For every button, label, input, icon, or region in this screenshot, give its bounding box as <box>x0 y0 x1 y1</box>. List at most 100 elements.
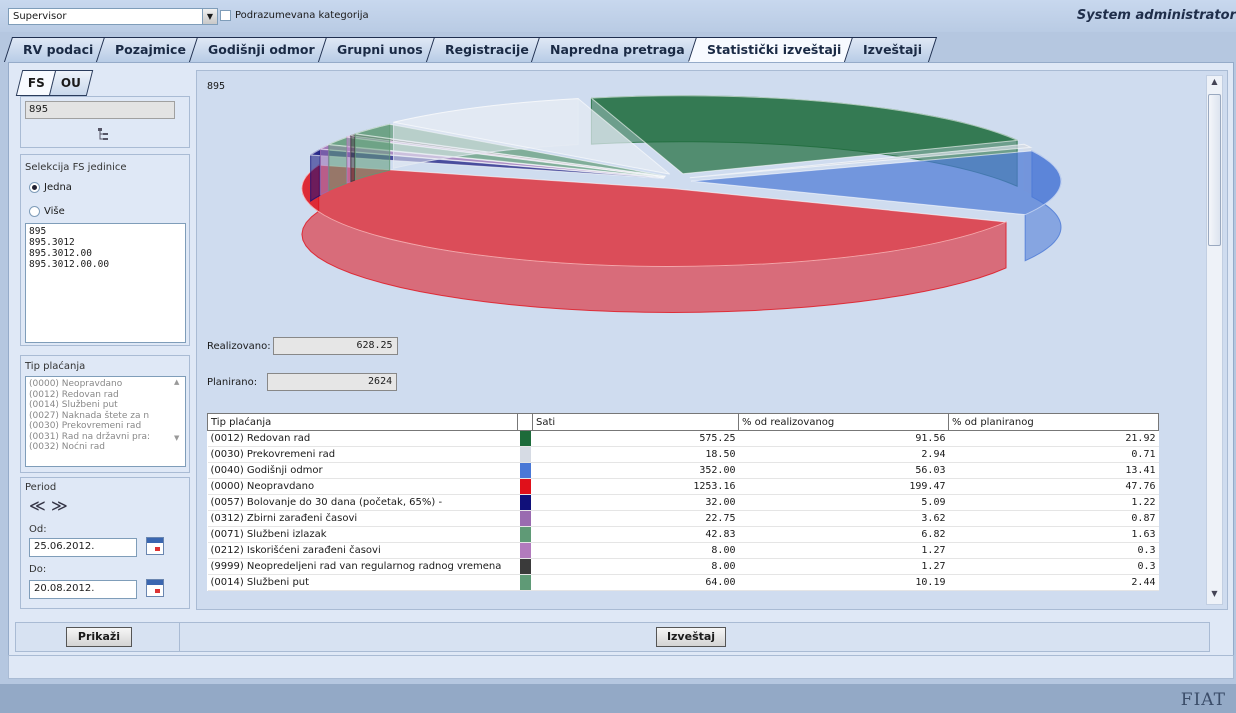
to-label: Do: <box>29 564 47 575</box>
table-row[interactable]: (0212) Iskorišćeni zarađeni časovi 8.00 1.… <box>207 542 1159 559</box>
cell-pct-planned: 1.63 <box>948 526 1159 543</box>
tab-0[interactable]: RV podaci <box>3 37 109 62</box>
to-calendar-icon[interactable] <box>146 579 164 597</box>
col-hours: Sati <box>532 413 739 431</box>
top-bar: Supervisor ▼ Podrazumevana kategorija Sy… <box>0 0 1236 32</box>
table-row[interactable]: (0057) Bolovanje do 30 dana (početak, 65… <box>207 494 1159 511</box>
left-panel: FS OU <box>15 70 191 97</box>
list-item[interactable]: (0012) Redovan rad <box>29 390 171 401</box>
default-category-label: Podrazumevana kategorija <box>235 10 369 21</box>
default-category-option[interactable]: Podrazumevana kategorija <box>220 10 369 21</box>
scroll-down-icon[interactable]: ▼ <box>1207 589 1222 603</box>
cell-payment-type: (0040) Godišnji odmor <box>207 462 518 479</box>
color-swatch <box>519 479 531 494</box>
tab-2[interactable]: Godišnji odmor <box>189 37 330 62</box>
list-item[interactable]: 895 <box>29 226 182 237</box>
cell-hours: 352.00 <box>532 462 739 479</box>
table-row[interactable]: (0312) Zbirni zarađeni časovi 22.75 3.62 0.… <box>207 510 1159 527</box>
cell-color <box>517 574 533 591</box>
payment-type-list[interactable]: (0000) Neopravdano (0012) Redovan rad (001… <box>25 376 186 467</box>
role-select-value: Supervisor <box>13 11 67 22</box>
to-date-input[interactable]: 20.08.2012. <box>29 580 137 599</box>
planned-label: Planirano: <box>207 376 258 388</box>
cell-hours: 8.00 <box>532 542 739 559</box>
tab-7[interactable]: Izveštaji <box>844 37 938 62</box>
payment-list-scrollbar[interactable]: ▲ ▼ <box>174 378 184 464</box>
cell-payment-type: (0212) Iskorišćeni zarađeni časovi <box>207 542 518 559</box>
payment-table: Tip plaćanja Sati % od realizovanog % od… <box>207 413 1159 591</box>
cell-hours: 64.00 <box>532 574 739 591</box>
table-row[interactable]: (0000) Neopravdano 1253.16 199.47 47.76 <box>207 478 1159 495</box>
fiat-logo: FIAT <box>1180 690 1226 710</box>
report-button[interactable]: Izveštaj <box>656 627 726 647</box>
color-swatch <box>519 495 531 510</box>
list-item[interactable]: 895.3012.00 <box>29 248 182 259</box>
role-select[interactable]: Supervisor ▼ <box>8 8 218 25</box>
list-item[interactable]: (0000) Neopravdano <box>29 379 171 390</box>
tab-3[interactable]: Grupni unos <box>317 37 438 62</box>
table-row[interactable]: (9999) Neopredeljeni rad van regularnog … <box>207 558 1159 575</box>
cell-color <box>517 478 533 495</box>
color-swatch <box>519 511 531 526</box>
table-row[interactable]: (0071) Službeni izlazak 42.83 6.82 1.63 <box>207 526 1159 543</box>
scroll-thumb[interactable] <box>1208 94 1221 246</box>
tab-6[interactable]: Statistički izveštaji <box>687 37 857 62</box>
table-row[interactable]: (0030) Prekovremeni rad 18.50 2.94 0.71 <box>207 446 1159 463</box>
col-pct-planned: % od planiranog <box>948 413 1159 431</box>
col-payment-type: Tip plaćanja <box>207 413 518 431</box>
org-tree-icon[interactable] <box>97 128 109 141</box>
list-item[interactable]: (0014) Službeni put <box>29 400 171 411</box>
footer: FIAT <box>0 684 1236 713</box>
cell-hours: 575.25 <box>532 430 739 447</box>
list-item[interactable]: 895.3012.00.00 <box>29 259 182 270</box>
default-category-checkbox[interactable] <box>220 10 231 21</box>
realized-label: Realizovano: <box>207 340 271 352</box>
cell-pct-planned: 2.44 <box>948 574 1159 591</box>
period-title: Period <box>25 482 57 493</box>
cell-hours: 8.00 <box>532 558 739 575</box>
cell-pct-planned: 0.3 <box>948 558 1159 575</box>
list-item[interactable]: (0027) Naknada štete za n <box>29 411 171 422</box>
list-item[interactable]: (0032) Noćni rad <box>29 442 171 453</box>
cell-payment-type: (0012) Redovan rad <box>207 430 518 447</box>
tab-4[interactable]: Registracije <box>425 37 544 62</box>
tab-label: Pozajmice <box>115 42 187 57</box>
list-item[interactable]: (0031) Rad na državni pra: <box>29 432 171 443</box>
cell-hours: 32.00 <box>532 494 739 511</box>
table-row[interactable]: (0012) Redovan rad 575.25 91.56 21.92 <box>207 430 1159 447</box>
color-swatch <box>519 575 531 590</box>
scroll-up-icon[interactable]: ▲ <box>1207 77 1222 91</box>
color-swatch <box>519 527 531 542</box>
next-period-icon[interactable]: ≫ <box>51 496 68 515</box>
list-item[interactable]: 895.3012 <box>29 237 182 248</box>
planned-row: Planirano: 2624 <box>207 373 398 391</box>
content-scrollbar[interactable]: ▲ ▼ <box>1206 75 1223 605</box>
show-button[interactable]: Prikaži <box>66 627 132 647</box>
pie-slice-side <box>350 133 356 183</box>
radio-many[interactable] <box>29 206 40 217</box>
unit-box: 895 <box>20 96 190 148</box>
radio-one-label: Jedna <box>44 182 72 193</box>
radio-many-option[interactable]: Više <box>29 206 65 217</box>
table-row[interactable]: (0040) Godišnji odmor 352.00 56.03 13.41 <box>207 462 1159 479</box>
tab-label: RV podaci <box>23 42 94 57</box>
tab-1[interactable]: Pozajmice <box>96 37 202 62</box>
cell-pct-realized: 56.03 <box>738 462 949 479</box>
radio-one-option[interactable]: Jedna <box>29 182 72 193</box>
cell-color <box>517 446 533 463</box>
payment-type-title: Tip plaćanja <box>25 361 86 372</box>
cell-color <box>517 462 533 479</box>
list-item[interactable]: (0030) Prekovremeni rad <box>29 421 171 432</box>
tab-5[interactable]: Napredna pretraga <box>531 37 701 62</box>
table-row[interactable]: (0014) Službeni put 64.00 10.19 2.44 <box>207 574 1159 591</box>
from-date-input[interactable]: 25.06.2012. <box>29 538 137 557</box>
cell-color <box>517 558 533 575</box>
chevron-down-icon[interactable]: ▼ <box>202 9 217 24</box>
cell-pct-realized: 10.19 <box>738 574 949 591</box>
subtab-1[interactable]: OU <box>48 70 94 96</box>
radio-one[interactable] <box>29 182 40 193</box>
prev-period-icon[interactable]: ≪ <box>29 496 46 515</box>
from-calendar-icon[interactable] <box>146 537 164 555</box>
tab-label: Napredna pretraga <box>550 42 685 57</box>
unit-list[interactable]: 895 895.3012 895.3012.00 895.3012.00.00 <box>25 223 186 343</box>
